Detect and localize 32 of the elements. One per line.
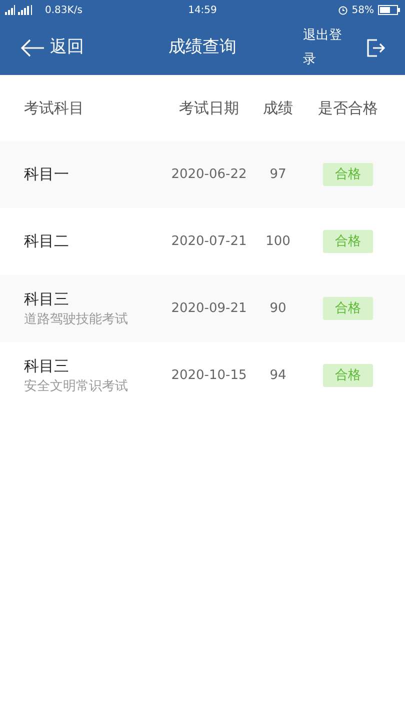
exam-date: 2020-10-15 bbox=[171, 366, 247, 385]
subject-name: 科目二 bbox=[24, 231, 70, 252]
logout-icon[interactable] bbox=[367, 38, 385, 56]
logout-button[interactable]: 退出登录 bbox=[303, 24, 353, 72]
network-speed: 0.83K/s bbox=[45, 4, 82, 18]
result-badge: 合格 bbox=[323, 230, 373, 254]
exam-score: 94 bbox=[270, 366, 286, 385]
battery-percent: 58% bbox=[352, 4, 374, 18]
back-button[interactable]: 返回 bbox=[20, 34, 140, 60]
result-badge: 合格 bbox=[323, 364, 373, 388]
subject-subtitle: 安全文明常识考试 bbox=[24, 378, 129, 396]
result-badge: 合格 bbox=[323, 296, 373, 320]
page-title: 成绩查询 bbox=[168, 36, 236, 59]
column-header: 考试日期 bbox=[178, 98, 240, 119]
status-time: 14:59 bbox=[188, 4, 217, 18]
exam-score: 97 bbox=[270, 166, 286, 184]
exam-score: 90 bbox=[270, 300, 286, 318]
subject-subtitle: 道路驾驶技能考试 bbox=[24, 311, 129, 329]
battery-icon bbox=[378, 5, 400, 15]
alarm-icon bbox=[338, 5, 348, 15]
exam-score: 100 bbox=[266, 232, 290, 251]
subject-name: 科目一 bbox=[24, 164, 70, 186]
exam-date: 2020-07-21 bbox=[171, 232, 247, 251]
column-header: 成绩 bbox=[262, 98, 294, 119]
subject-name: 科目三 bbox=[24, 288, 70, 310]
subject-name: 科目三 bbox=[24, 356, 70, 376]
result-badge: 合格 bbox=[323, 162, 373, 186]
column-header: 考试科目 bbox=[23, 98, 85, 119]
exam-date: 2020-09-21 bbox=[171, 300, 247, 318]
back-arrow-icon bbox=[20, 38, 44, 56]
exam-date: 2020-06-22 bbox=[171, 166, 247, 184]
column-header: 是否合格 bbox=[317, 98, 379, 119]
